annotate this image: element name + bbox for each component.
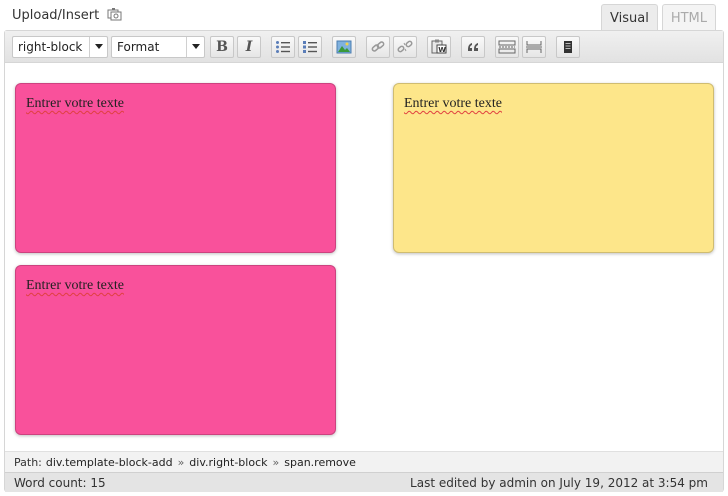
svg-text:W: W bbox=[438, 46, 446, 54]
link-icon bbox=[371, 40, 385, 52]
template-block-pink[interactable]: Entrer votre texte bbox=[15, 83, 336, 253]
upload-insert-bar: Upload/Insert bbox=[12, 6, 123, 24]
chevron-down-icon bbox=[186, 36, 204, 57]
page-break-button[interactable] bbox=[522, 35, 546, 58]
editor-tabs: Visual HTML bbox=[601, 4, 716, 31]
unlink-icon bbox=[397, 40, 413, 52]
format-select-value: Format bbox=[117, 39, 160, 54]
template-icon bbox=[564, 40, 572, 53]
template-block-yellow[interactable]: Entrer votre texte bbox=[393, 83, 714, 253]
element-path-bar: Path: div.template-block-add » div.right… bbox=[5, 451, 723, 472]
path-separator: » bbox=[177, 455, 185, 469]
style-select[interactable]: right-block bbox=[12, 35, 108, 58]
italic-button[interactable]: I bbox=[237, 35, 261, 58]
block-text[interactable]: Entrer votre texte bbox=[26, 278, 124, 294]
bullet-list-icon bbox=[276, 40, 290, 53]
last-edited: Last edited by admin on July 19, 2012 at… bbox=[410, 475, 708, 490]
editor-container: right-block Format B I W Entrer votre te… bbox=[4, 30, 724, 492]
path-crumb[interactable]: div.template-block-add bbox=[46, 456, 173, 469]
insert-image-icon bbox=[336, 40, 352, 53]
block-text[interactable]: Entrer votre texte bbox=[404, 96, 502, 112]
upload-insert-label[interactable]: Upload/Insert bbox=[12, 8, 99, 23]
italic-icon: I bbox=[245, 38, 253, 55]
insert-more-icon bbox=[498, 40, 516, 53]
chevron-down-icon bbox=[89, 36, 107, 57]
page-break-icon bbox=[526, 40, 542, 53]
path-crumb[interactable]: div.right-block bbox=[189, 456, 267, 469]
path-label: Path: bbox=[14, 455, 42, 469]
numbered-list-icon bbox=[303, 40, 317, 53]
path-crumb[interactable]: span.remove bbox=[284, 456, 356, 469]
blockquote-button[interactable] bbox=[461, 35, 485, 58]
bold-icon: B bbox=[216, 38, 228, 55]
insert-image-button[interactable] bbox=[332, 35, 356, 58]
insert-more-button[interactable] bbox=[495, 35, 519, 58]
format-select[interactable]: Format bbox=[111, 35, 205, 58]
style-select-value: right-block bbox=[18, 39, 83, 54]
block-text[interactable]: Entrer votre texte bbox=[26, 96, 124, 112]
editor-toolbar: right-block Format B I W bbox=[5, 31, 723, 63]
bullet-list-button[interactable] bbox=[271, 35, 295, 58]
tab-visual[interactable]: Visual bbox=[601, 4, 658, 31]
paste-word-button[interactable]: W bbox=[427, 35, 451, 58]
link-button[interactable] bbox=[366, 35, 390, 58]
paste-word-icon: W bbox=[431, 39, 447, 54]
bold-button[interactable]: B bbox=[210, 35, 234, 58]
numbered-list-button[interactable] bbox=[298, 35, 322, 58]
template-button[interactable] bbox=[556, 35, 580, 58]
template-block-pink[interactable]: Entrer votre texte bbox=[15, 265, 336, 435]
blockquote-icon bbox=[468, 42, 478, 51]
media-icon[interactable] bbox=[107, 8, 123, 22]
unlink-button[interactable] bbox=[393, 35, 417, 58]
status-bar: Word count: 15 Last edited by admin on J… bbox=[5, 472, 723, 492]
path-separator: » bbox=[272, 455, 280, 469]
word-count: Word count: 15 bbox=[14, 475, 106, 490]
tab-html[interactable]: HTML bbox=[661, 4, 716, 31]
editor-content[interactable]: Entrer votre texte Entrer votre texte En… bbox=[5, 64, 723, 450]
